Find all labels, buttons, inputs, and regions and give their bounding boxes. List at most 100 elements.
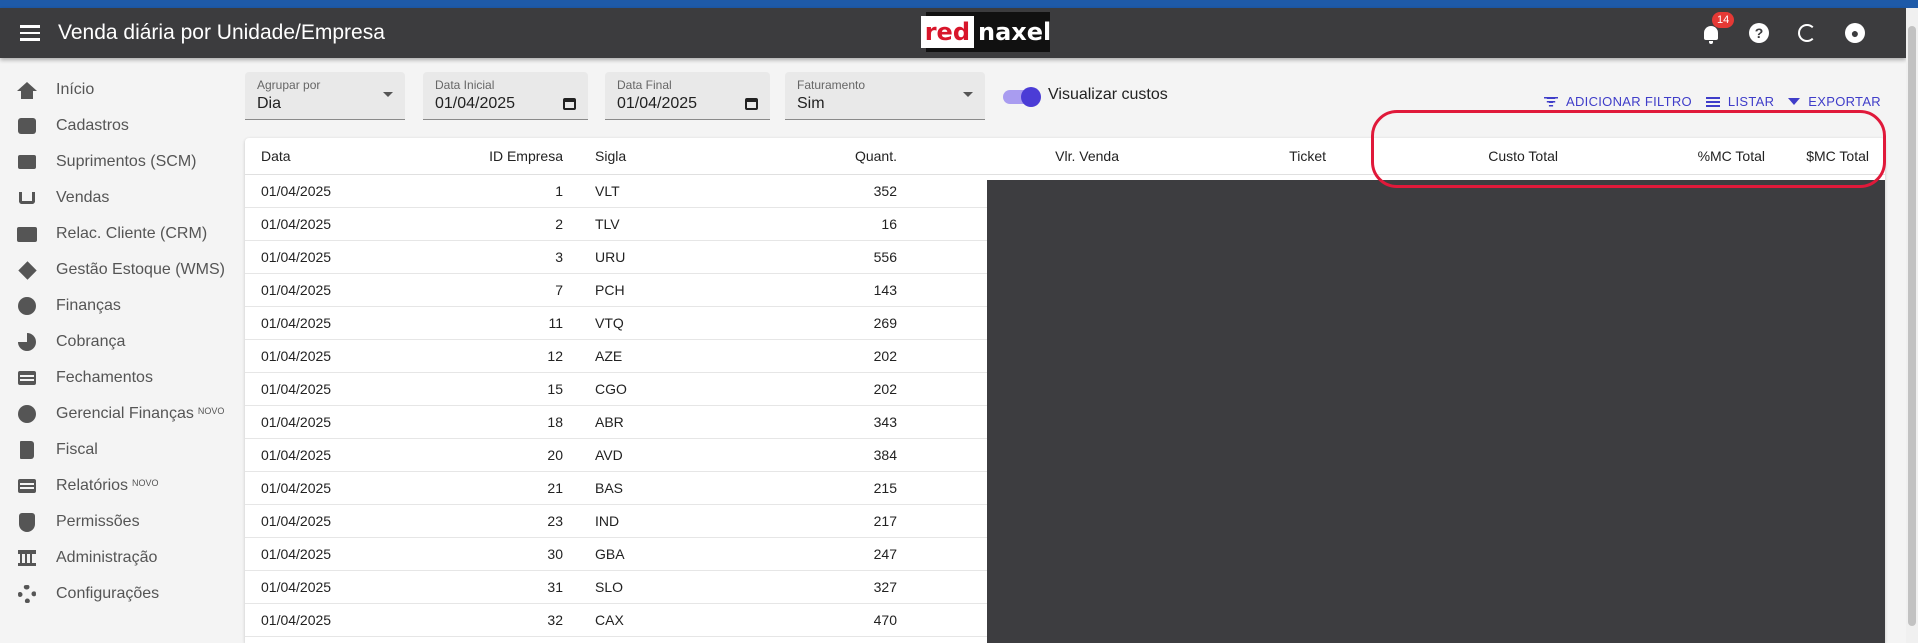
- cart-icon-shape: [19, 192, 35, 204]
- table-cell: VTQ: [579, 306, 731, 340]
- sidebar-item-9[interactable]: Gerencial Finanças NOVO: [0, 396, 240, 432]
- notification-badge: 14: [1712, 12, 1735, 28]
- annotation-highlight: [1371, 110, 1886, 188]
- calendar-icon[interactable]: [745, 98, 758, 110]
- table-cell: 31: [427, 570, 579, 604]
- table-cell: 01/04/2025: [245, 504, 427, 538]
- sidebar-item-11[interactable]: Relatórios NOVO: [0, 468, 240, 504]
- table-cell: CGO: [579, 372, 731, 406]
- table-cell: 15: [427, 372, 579, 406]
- pie-chart-icon-shape: [18, 333, 36, 351]
- group-by-label: Agrupar por: [257, 78, 321, 92]
- sidebar-item-label: Relatórios: [56, 477, 129, 494]
- table-cell: 01/04/2025: [245, 471, 427, 505]
- sidebar-item-0[interactable]: Início: [0, 72, 240, 108]
- bell-icon: [1704, 26, 1718, 44]
- page-title: Venda diária por Unidade/Empresa: [58, 21, 385, 44]
- table-cell: 16: [731, 207, 913, 241]
- table-cell: 01/04/2025: [245, 273, 427, 307]
- list-icon-shape: [18, 371, 36, 385]
- table-cell: 247: [731, 537, 913, 571]
- sidebar-item-label: Fiscal: [56, 441, 98, 458]
- show-costs-toggle[interactable]: [1003, 87, 1041, 107]
- app-bar: Venda diária por Unidade/Empresa red naxe…: [0, 8, 1906, 58]
- end-date-field[interactable]: Data Final 01/04/2025: [605, 72, 770, 120]
- sidebar-item-2[interactable]: Suprimentos (SCM): [0, 144, 240, 180]
- table-cell: 327: [731, 570, 913, 604]
- table-cell: 01/04/2025: [245, 240, 427, 274]
- table-cell: 20: [427, 438, 579, 472]
- chevron-down-icon: [963, 92, 973, 97]
- sidebar-item-label: Início: [56, 81, 95, 98]
- table-cell: 30: [427, 537, 579, 571]
- export-button[interactable]: EXPORTAR: [1788, 94, 1881, 109]
- help-button[interactable]: ?: [1748, 22, 1770, 44]
- table-cell: 01/04/2025: [245, 438, 427, 472]
- dollar-icon-shape: [18, 405, 36, 423]
- table-cell: 202: [731, 372, 913, 406]
- chevron-down-icon: [383, 92, 393, 97]
- sidebar-item-6[interactable]: Finanças: [0, 288, 240, 324]
- account-icon: ●: [1845, 23, 1865, 43]
- add-filter-button[interactable]: ADICIONAR FILTRO: [1544, 94, 1692, 109]
- col-header-quantity[interactable]: Quant.: [731, 138, 913, 175]
- list-button[interactable]: LISTAR: [1705, 94, 1774, 109]
- add-filter-label: ADICIONAR FILTRO: [1566, 94, 1692, 109]
- toggle-knob[interactable]: [1021, 87, 1041, 107]
- scrollbar-thumb[interactable]: [1908, 26, 1916, 626]
- col-header-company-id[interactable]: ID Empresa: [427, 138, 579, 175]
- table-cell: GBA: [579, 537, 731, 571]
- start-date-field[interactable]: Data Inicial 01/04/2025: [423, 72, 588, 120]
- home-icon-shape: [17, 81, 37, 99]
- table-cell: AZE: [579, 339, 731, 373]
- col-header-ticket[interactable]: Ticket: [1135, 138, 1342, 175]
- company-logo: red naxel: [920, 12, 1051, 52]
- account-button[interactable]: ●: [1844, 22, 1866, 44]
- sidebar-item-label: Gerencial Finanças: [56, 405, 194, 422]
- sidebar-item-label: Permissões: [56, 513, 140, 530]
- sidebar-item-10[interactable]: Fiscal: [0, 432, 240, 468]
- sidebar-item-label: Relac. Cliente (CRM): [56, 225, 208, 242]
- menu-icon[interactable]: [16, 19, 44, 47]
- table-cell: 01/04/2025: [245, 339, 427, 373]
- sidebar-item-5[interactable]: Gestão Estoque (WMS): [0, 252, 240, 288]
- col-header-sale-value[interactable]: Vlr. Venda: [913, 138, 1135, 175]
- folder-icon: [16, 115, 38, 137]
- billing-select[interactable]: Faturamento Sim: [785, 72, 985, 120]
- sidebar-item-8[interactable]: Fechamentos: [0, 360, 240, 396]
- table-cell: PCH: [579, 273, 731, 307]
- sidebar-item-1[interactable]: Cadastros: [0, 108, 240, 144]
- sidebar-item-13[interactable]: Administração: [0, 540, 240, 576]
- table-cell: IND: [579, 504, 731, 538]
- table-cell: 23: [427, 504, 579, 538]
- page-scrollbar[interactable]: [1906, 8, 1918, 643]
- sidebar-item-label: Cobrança: [56, 333, 126, 350]
- table-cell: 01/04/2025: [245, 306, 427, 340]
- start-date-label: Data Inicial: [435, 78, 495, 92]
- refresh-button[interactable]: [1796, 22, 1818, 44]
- sidebar-item-12[interactable]: Permissões: [0, 504, 240, 540]
- dollar-icon: [16, 295, 38, 317]
- sidebar-item-7[interactable]: Cobrança: [0, 324, 240, 360]
- new-badge: NOVO: [132, 478, 159, 488]
- sidebar-item-label: Vendas: [56, 189, 110, 206]
- table-cell: ABR: [579, 405, 731, 439]
- shield-icon-shape: [19, 512, 35, 532]
- start-date-value: 01/04/2025: [435, 95, 516, 112]
- table-cell: 215: [731, 471, 913, 505]
- download-icon: [1788, 98, 1801, 105]
- document-icon-shape: [18, 479, 36, 493]
- table-cell: 01/04/2025: [245, 372, 427, 406]
- col-header-date[interactable]: Data: [245, 138, 427, 175]
- bank-icon-shape: [18, 550, 36, 566]
- table-cell: 3: [427, 240, 579, 274]
- sidebar-item-3[interactable]: Vendas: [0, 180, 240, 216]
- sidebar-item-4[interactable]: Relac. Cliente (CRM): [0, 216, 240, 252]
- notifications-button[interactable]: 14: [1700, 12, 1735, 44]
- group-by-select[interactable]: Agrupar por Dia: [245, 72, 405, 120]
- col-header-code[interactable]: Sigla: [579, 138, 731, 175]
- redaction-overlay: [987, 180, 1885, 643]
- gear-icon-shape: [18, 585, 36, 603]
- sidebar-item-14[interactable]: Configurações: [0, 576, 240, 612]
- calendar-icon[interactable]: [563, 98, 576, 110]
